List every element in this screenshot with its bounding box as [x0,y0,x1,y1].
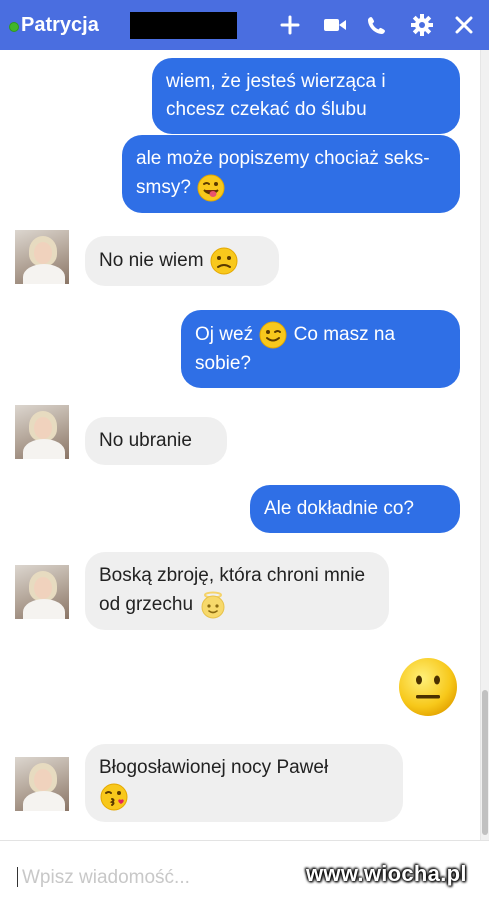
watermark: www.wiocha.pl [306,861,467,886]
avatar[interactable] [15,757,69,811]
message-text: Oj weź [195,324,254,346]
incoming-message: No nie wiem [85,236,279,286]
wink-emoji [259,321,287,349]
contact-name[interactable]: Patrycja [21,14,99,37]
avatar[interactable] [15,565,69,619]
outgoing-message: Oj weź Co masz na sobie? [181,310,460,388]
winking-tongue-emoji [197,174,225,202]
confused-emoji [210,247,238,275]
avatar[interactable] [15,405,69,459]
chat-header: Patrycja [0,0,489,50]
avatar[interactable] [15,230,69,284]
message-text: Ale dokładnie co? [264,498,414,519]
message-text: wiem, że jesteś wierząca i chcesz czekać… [166,71,386,120]
outgoing-message: Ale dokładnie co? [250,485,460,533]
scrollbar-thumb[interactable] [482,690,488,835]
kiss-emoji [100,783,128,811]
close-icon[interactable] [449,10,479,40]
message-text: Błogosławionej nocy Paweł [99,757,329,778]
message-thread[interactable]: wiem, że jesteś wierząca i chcesz czekać… [0,50,480,840]
outgoing-message: wiem, że jesteś wierząca i chcesz czekać… [152,58,460,134]
gear-icon[interactable] [407,10,437,40]
message-text: ale może popiszemy chociaż seks-smsy? [136,148,430,199]
plus-icon[interactable] [275,10,305,40]
incoming-message: No ubranie [85,417,227,465]
outgoing-message: ale może popiszemy chociaż seks-smsy? [122,135,460,213]
online-status-dot [9,22,19,32]
neutral-face-emoji [399,658,457,716]
phone-icon[interactable] [362,10,392,40]
angel-emoji [201,591,225,619]
scrollbar[interactable] [480,50,489,840]
incoming-message: Błogosławionej nocy Paweł [85,744,403,822]
text-cursor [17,867,18,887]
redacted-surname-bar [130,12,237,39]
message-input[interactable] [20,863,284,893]
incoming-message: Boską zbroję, która chroni mnie od grzec… [85,552,389,630]
message-text: No ubranie [99,430,192,451]
message-text: No nie wiem [99,250,204,272]
video-icon[interactable] [320,10,350,40]
message-text: Boską zbroję, która chroni mnie od grzec… [99,565,366,616]
